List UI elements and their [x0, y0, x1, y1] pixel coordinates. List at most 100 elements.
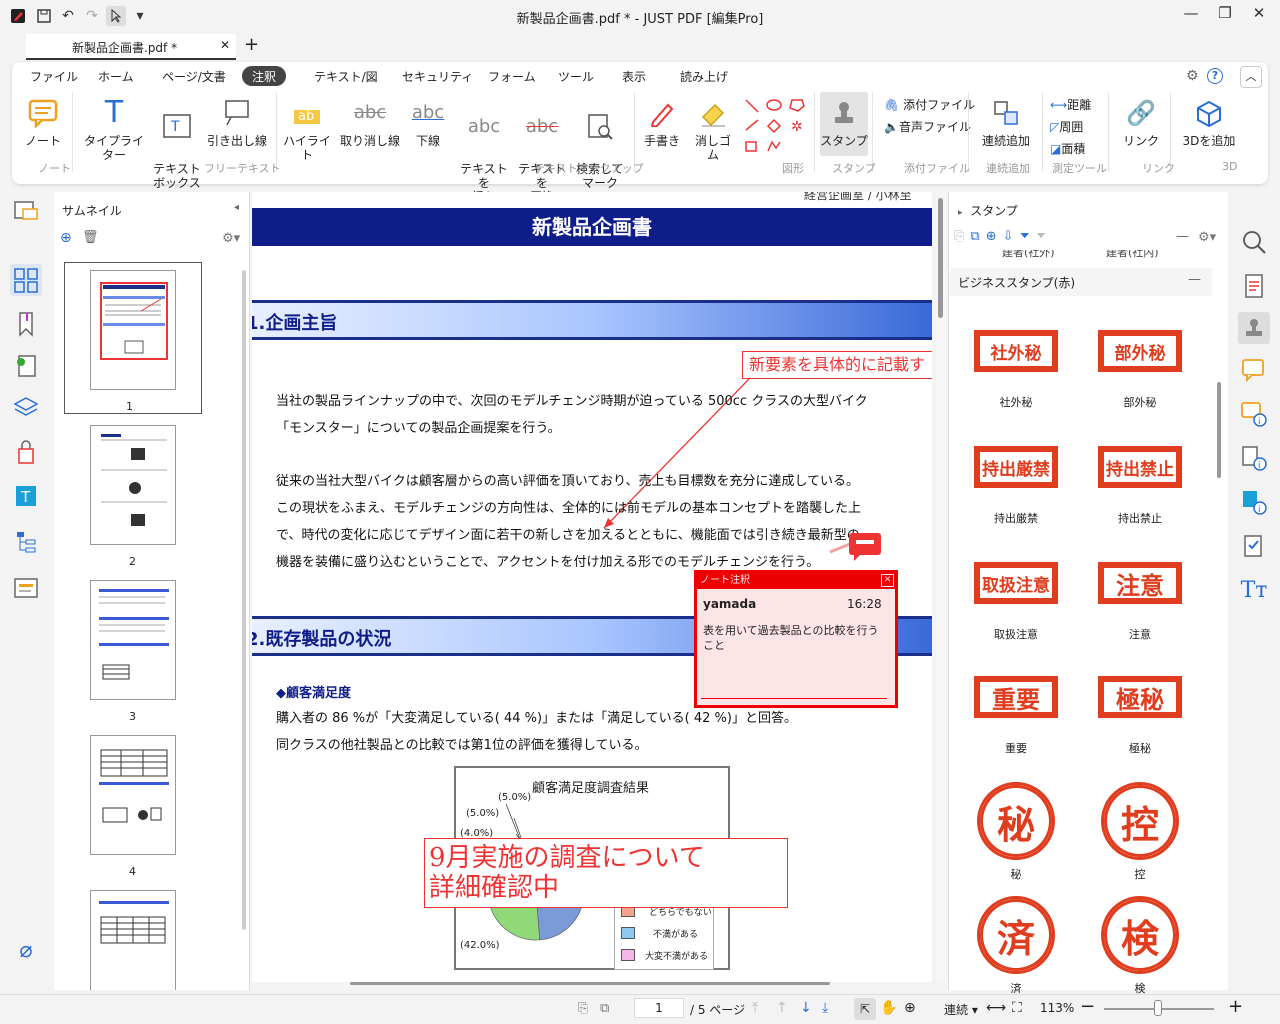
add-3d-button[interactable]: 3Dを追加 — [1178, 96, 1240, 148]
stamp-9[interactable]: 秘 — [977, 782, 1055, 860]
stamp-add-icon[interactable]: ⊕ — [986, 229, 1003, 244]
continuous-add-button[interactable]: 連続追加 — [976, 96, 1036, 148]
text-info-icon[interactable]: i — [1238, 486, 1270, 518]
attachments-icon[interactable]: ⌀ — [10, 934, 42, 966]
checklist-icon[interactable] — [1238, 530, 1270, 562]
thumbnail-page-1[interactable] — [90, 270, 176, 390]
thumbnail-page-2[interactable] — [90, 425, 176, 545]
select-mode-button[interactable]: ⇱ — [854, 998, 876, 1020]
underline-button[interactable]: abc 下線 — [408, 96, 448, 149]
replace-text-button[interactable]: abc テキストを 置換 — [514, 96, 570, 205]
menu-home[interactable]: ホーム — [88, 66, 144, 86]
distance-button[interactable]: ⟷距離 — [1050, 96, 1091, 113]
attach-file-button[interactable]: 🖇 添付ファイル — [884, 96, 975, 113]
thumbnails-panel-icon[interactable] — [10, 264, 42, 296]
stamp-10[interactable]: 控 — [1101, 782, 1179, 860]
page-copy-icon[interactable]: ⧉ — [600, 1001, 609, 1016]
document-tab[interactable]: 新製品企画書.pdf * ✕ — [26, 34, 236, 60]
expand-icon[interactable]: ▸ — [958, 208, 963, 218]
maximize-button[interactable]: ❐ — [1210, 4, 1240, 26]
stamp-settings-icon[interactable]: ⚙▾ — [1198, 230, 1216, 245]
collapse-panel-icon[interactable]: ◂ — [234, 202, 239, 213]
menu-view[interactable]: 表示 — [612, 66, 656, 86]
text-style-icon[interactable]: Tт — [1238, 574, 1270, 606]
stamp-4[interactable]: 持出禁止 — [1098, 446, 1182, 488]
form-panel-icon[interactable] — [10, 572, 42, 604]
close-tab-icon[interactable]: ✕ — [220, 38, 230, 52]
bookmark-icon[interactable] — [10, 308, 42, 340]
next-page-button[interactable]: ↓ — [800, 1000, 812, 1016]
stamp-copy-icon[interactable]: ⧉ — [970, 229, 985, 244]
freetext-annotation[interactable]: 9月実施の調査について 詳細確認中 — [424, 838, 788, 908]
menu-form[interactable]: フォーム — [478, 66, 546, 86]
callout-button[interactable]: 引き出し線 — [206, 96, 268, 148]
stamp-scrollbar[interactable] — [1217, 382, 1221, 478]
zoom-in-button[interactable]: + — [1228, 996, 1243, 1017]
insert-text-button[interactable]: abc テキストを 挿入 — [456, 96, 512, 205]
note-popup[interactable]: ノート注釈 ✕ yamada 16:28 表を用いて過去製品との比較を行うこと — [694, 570, 898, 708]
minimize-button[interactable]: — — [1176, 4, 1206, 26]
page-mode-select[interactable]: 連続 ▾ — [944, 1001, 978, 1018]
collapse-ribbon-icon[interactable]: ︿ — [1240, 66, 1262, 88]
document-vertical-scrollbar[interactable] — [936, 192, 946, 982]
zoom-slider-thumb[interactable] — [1154, 1000, 1162, 1016]
stamp-collapse-icon[interactable]: — — [1176, 229, 1189, 244]
document-horizontal-scrollbar[interactable] — [350, 982, 830, 985]
stamp-new-icon[interactable]: ⎘ — [954, 229, 970, 244]
menu-tools[interactable]: ツール — [548, 66, 604, 86]
comment-list-icon[interactable] — [1238, 354, 1270, 386]
stamp-11[interactable]: 済 — [977, 896, 1055, 974]
text-panel-icon[interactable]: T — [10, 480, 42, 512]
close-window-button[interactable]: ✕ — [1244, 4, 1274, 26]
highlight-button[interactable]: ab ハイライト — [282, 96, 332, 162]
thumbnail-page-4[interactable] — [90, 735, 176, 855]
stamp-8[interactable]: 極秘 — [1098, 676, 1182, 718]
page-labels-icon[interactable] — [10, 350, 42, 382]
link-button[interactable]: 🔗 リンク — [1116, 96, 1166, 148]
menu-security[interactable]: セキュリティ — [392, 66, 483, 86]
previous-page-button[interactable]: ↑ — [776, 1000, 788, 1016]
delete-page-icon[interactable]: 🗑 — [82, 230, 99, 245]
stamp-import-icon[interactable]: ⇩ — [1003, 229, 1020, 244]
help-icon[interactable]: ? — [1207, 68, 1223, 84]
note-popup-text[interactable]: 表を用いて過去製品との比較を行うこと — [703, 623, 889, 653]
thumbnail-page-3[interactable] — [90, 580, 176, 700]
comments-panel-icon[interactable] — [10, 196, 42, 228]
thumbnail-page-5[interactable] — [90, 890, 176, 990]
stamp-3[interactable]: 持出厳禁 — [974, 446, 1058, 488]
stamp-2[interactable]: 部外秘 — [1098, 330, 1182, 372]
stamp-5[interactable]: 取扱注意 — [974, 562, 1058, 604]
layers-icon[interactable] — [10, 392, 42, 424]
menu-text-figure[interactable]: テキスト/図 — [304, 66, 388, 86]
security-panel-icon[interactable] — [10, 436, 42, 468]
add-page-icon[interactable]: ⊕ — [60, 230, 72, 246]
typewriter-button[interactable]: T タイプライター — [82, 96, 146, 163]
document-info-icon[interactable]: i — [1238, 442, 1270, 474]
first-page-button[interactable]: ⤒ — [752, 1000, 758, 1016]
note-annotation-icon[interactable] — [848, 532, 884, 562]
zoom-level[interactable]: 113% — [1040, 1001, 1074, 1015]
stamp-12[interactable]: 検 — [1101, 896, 1179, 974]
thumbnail-settings-icon[interactable]: ⚙▾ — [222, 231, 240, 246]
stamp-panel-icon[interactable] — [1238, 312, 1270, 344]
settings-icon[interactable]: ⚙ — [1186, 68, 1199, 84]
stamp-button[interactable]: スタンプ — [820, 92, 868, 156]
document-view[interactable]: 経営企画室 / 小林至 新製品企画書 1.企画主旨 新要素を具体的に記載す 当社… — [252, 192, 932, 982]
page-number-input[interactable]: 1 — [634, 998, 684, 1018]
filter-icon[interactable]: ⏷ — [1020, 229, 1036, 244]
fit-page-button[interactable]: ⛶ — [1012, 1000, 1022, 1016]
search-icon[interactable] — [1238, 226, 1270, 258]
attach-sound-button[interactable]: 🔈音声ファイル — [884, 118, 971, 135]
scroll-thumb[interactable] — [938, 198, 943, 318]
menu-annotation[interactable]: 注釈 — [242, 66, 287, 86]
menu-file[interactable]: ファイル — [20, 66, 88, 86]
clear-filter-icon[interactable]: ⏷ — [1036, 229, 1052, 244]
stamp-7[interactable]: 重要 — [974, 676, 1058, 718]
note-button[interactable]: ノート — [20, 96, 66, 148]
pen-button[interactable]: 手書き — [642, 96, 682, 148]
menu-page-doc[interactable]: ページ/文書 — [152, 66, 236, 86]
new-tab-icon[interactable]: + — [244, 34, 259, 55]
thumbnail-scrollbar[interactable] — [242, 270, 246, 930]
textbox-button[interactable]: T テキスト ボックス — [152, 96, 202, 190]
menu-read-aloud[interactable]: 読み上げ — [670, 66, 738, 86]
